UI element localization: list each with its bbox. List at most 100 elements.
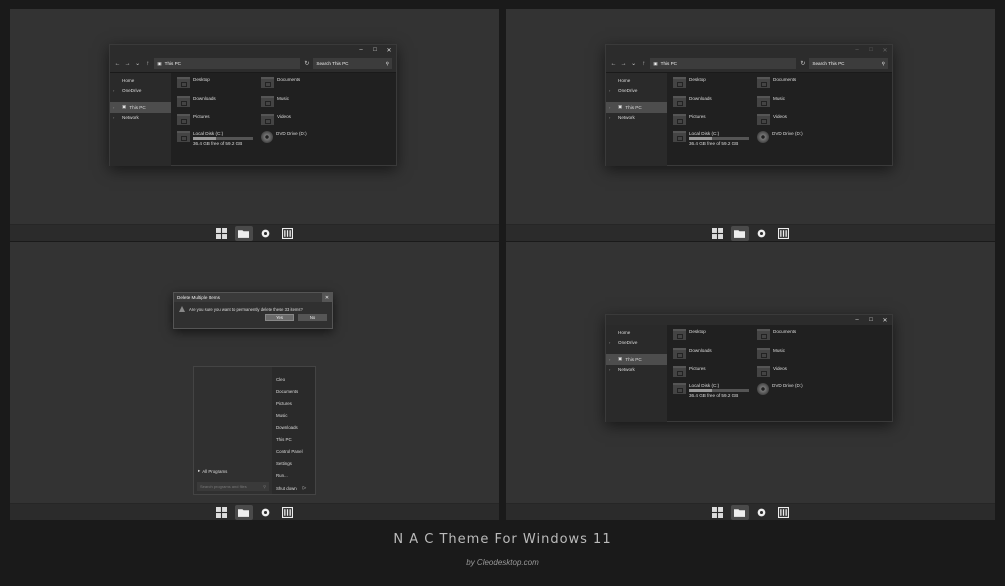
- play-icon: ▸: [198, 468, 201, 473]
- start-button[interactable]: [213, 505, 231, 520]
- folder-documents[interactable]: Documents: [757, 329, 796, 340]
- settings-button[interactable]: [257, 505, 275, 520]
- close-button[interactable]: ✕: [322, 293, 332, 302]
- start-item-downloads[interactable]: Downloads: [272, 421, 315, 433]
- folder-downloads[interactable]: Downloads: [673, 96, 712, 107]
- start-item-control-panel[interactable]: Control Panel: [272, 445, 315, 457]
- start-item-user[interactable]: Cleo: [272, 373, 315, 385]
- control-panel-button[interactable]: [775, 505, 793, 520]
- yes-button[interactable]: Yes: [265, 314, 294, 321]
- start-item-run[interactable]: Run...: [272, 469, 315, 481]
- start-button[interactable]: [709, 505, 727, 520]
- start-button[interactable]: [213, 226, 231, 241]
- address-bar[interactable]: ▣ This PC: [154, 58, 301, 69]
- folder-music[interactable]: Music: [261, 96, 289, 107]
- sidebar-item-onedrive[interactable]: › OneDrive: [606, 86, 667, 97]
- address-bar[interactable]: ▣ This PC: [650, 58, 797, 69]
- address-text: This PC: [164, 61, 181, 66]
- file-explorer-button[interactable]: [730, 504, 749, 520]
- folder-documents[interactable]: Documents: [757, 77, 796, 88]
- drive-c[interactable]: Local Disk (C:) 36.4 GB free of 59.2 GB: [177, 131, 253, 146]
- back-icon[interactable]: ←: [114, 61, 121, 67]
- folder-videos[interactable]: Videos: [757, 366, 787, 377]
- maximize-button[interactable]: □: [864, 315, 878, 325]
- up-icon[interactable]: ↑: [640, 61, 647, 67]
- settings-button[interactable]: [753, 226, 771, 241]
- maximize-button[interactable]: □: [368, 45, 382, 55]
- folder-icon: [673, 96, 686, 107]
- folder-desktop[interactable]: Desktop: [673, 329, 706, 340]
- settings-button[interactable]: [257, 226, 275, 241]
- power-options-icon[interactable]: ▷: [303, 485, 306, 491]
- control-panel-button[interactable]: [279, 505, 297, 520]
- no-button[interactable]: No: [298, 314, 327, 321]
- sidebar-item-home[interactable]: Home: [606, 75, 667, 86]
- content-pane: Desktop Documents Downloads Music Pictur…: [171, 73, 396, 166]
- folder-pictures[interactable]: Pictures: [177, 114, 210, 125]
- settings-button[interactable]: [753, 505, 771, 520]
- nav-bar: ← → ⌄ ↑ ▣ This PC ↻ Search This PC ⚲: [606, 55, 892, 73]
- minimize-button[interactable]: –: [850, 45, 864, 55]
- sidebar-item-this-pc[interactable]: › ▣ This PC: [110, 102, 171, 113]
- chevron-down-icon[interactable]: ⌄: [630, 60, 637, 67]
- file-explorer-button[interactable]: [234, 504, 253, 520]
- file-explorer-button[interactable]: [234, 225, 253, 241]
- sidebar-item-network[interactable]: › Network: [606, 365, 667, 376]
- drive-d[interactable]: DVD Drive (D:): [757, 131, 803, 143]
- sidebar-item-network[interactable]: › Network: [110, 113, 171, 124]
- start-search-input[interactable]: Search programs and files ⚲: [197, 482, 269, 491]
- drive-c[interactable]: Local Disk (C:) 36.4 GB free of 59.2 GB: [673, 383, 749, 398]
- start-item-music[interactable]: Music: [272, 409, 315, 421]
- sidebar-item-this-pc[interactable]: › ▣ This PC: [606, 102, 667, 113]
- sidebar-item-this-pc[interactable]: › ▣ This PC: [606, 354, 667, 365]
- folder-videos[interactable]: Videos: [261, 114, 291, 125]
- control-panel-button[interactable]: [775, 226, 793, 241]
- folder-music[interactable]: Music: [757, 96, 785, 107]
- close-button[interactable]: ✕: [382, 45, 396, 55]
- folder-videos[interactable]: Videos: [757, 114, 787, 125]
- up-icon[interactable]: ↑: [144, 61, 151, 67]
- chevron-down-icon[interactable]: ⌄: [134, 60, 141, 67]
- start-item-pictures[interactable]: Pictures: [272, 397, 315, 409]
- folder-downloads[interactable]: Downloads: [673, 348, 712, 359]
- start-item-documents[interactable]: Documents: [272, 385, 315, 397]
- forward-icon[interactable]: →: [620, 61, 627, 67]
- forward-icon[interactable]: →: [124, 61, 131, 67]
- start-button[interactable]: [709, 226, 727, 241]
- close-button[interactable]: ✕: [878, 315, 892, 325]
- minimize-button[interactable]: –: [850, 315, 864, 325]
- control-panel-button[interactable]: [279, 226, 297, 241]
- navigation-pane: Home › OneDrive › ▣ This PC › Network: [110, 73, 171, 166]
- folder-documents[interactable]: Documents: [261, 77, 300, 88]
- minimize-button[interactable]: –: [354, 45, 368, 55]
- folder-downloads[interactable]: Downloads: [177, 96, 216, 107]
- folder-music[interactable]: Music: [757, 348, 785, 359]
- drive-c[interactable]: Local Disk (C:) 36.4 GB free of 59.2 GB: [673, 131, 749, 146]
- folder-icon: [261, 114, 274, 125]
- refresh-icon[interactable]: ↻: [799, 60, 806, 67]
- sidebar-item-network[interactable]: › Network: [606, 113, 667, 124]
- refresh-icon[interactable]: ↻: [303, 60, 310, 67]
- sidebar-item-onedrive[interactable]: › OneDrive: [110, 86, 171, 97]
- search-input[interactable]: Search This PC ⚲: [313, 58, 392, 69]
- back-icon[interactable]: ←: [610, 61, 617, 67]
- sidebar-item-home[interactable]: Home: [110, 75, 171, 86]
- folder-icon: [757, 348, 770, 359]
- folder-desktop[interactable]: Desktop: [177, 77, 210, 88]
- folder-pictures[interactable]: Pictures: [673, 114, 706, 125]
- folder-desktop[interactable]: Desktop: [673, 77, 706, 88]
- folder-pictures[interactable]: Pictures: [673, 366, 706, 377]
- close-button[interactable]: ✕: [878, 45, 892, 55]
- all-programs-button[interactable]: ▸ All Programs: [198, 468, 227, 474]
- drive-d[interactable]: DVD Drive (D:): [261, 131, 307, 143]
- drive-d[interactable]: DVD Drive (D:): [757, 383, 803, 395]
- start-item-this-pc[interactable]: This PC: [272, 433, 315, 445]
- dialog-title: Delete Multiple Items: [177, 295, 220, 300]
- sidebar-item-home[interactable]: Home: [606, 327, 667, 338]
- shutdown-button[interactable]: Shut down ▷: [276, 485, 306, 491]
- file-explorer-button[interactable]: [730, 225, 749, 241]
- search-input[interactable]: Search This PC ⚲: [809, 58, 888, 69]
- sidebar-item-onedrive[interactable]: › OneDrive: [606, 338, 667, 349]
- maximize-button[interactable]: □: [864, 45, 878, 55]
- start-item-settings[interactable]: Settings: [272, 457, 315, 469]
